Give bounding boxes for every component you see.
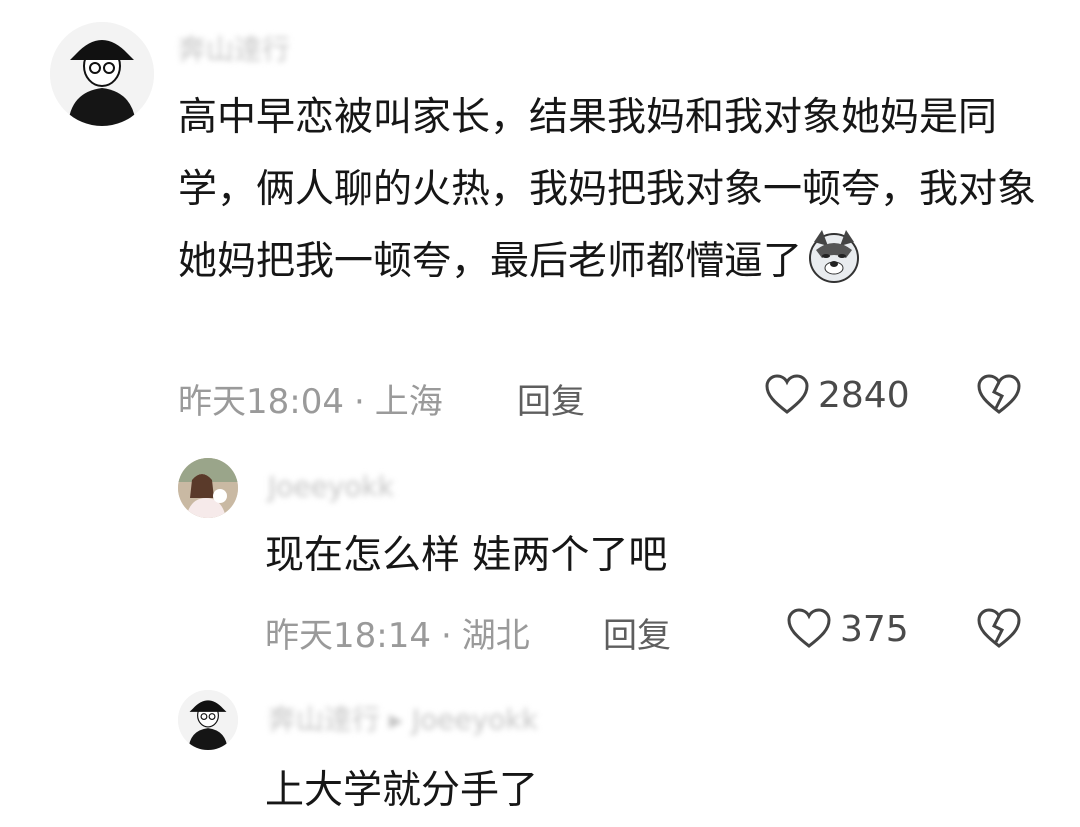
broken-heart-icon: [977, 374, 1021, 414]
heart-icon: [765, 374, 809, 414]
comment-text: 高中早恋被叫家长，结果我妈和我对象她妈是同学，俩人聊的火热，我妈把我对象一顿夸，…: [178, 95, 1037, 284]
dislike-button[interactable]: [976, 608, 1022, 654]
comment-meta: 昨天18:04 · 上海: [178, 374, 443, 423]
broken-heart-icon: [977, 608, 1021, 648]
comment-text: 现在怎么样 娃两个了吧: [265, 533, 668, 578]
location: 湖北: [461, 616, 530, 656]
reply-button[interactable]: 回复: [603, 608, 671, 657]
username[interactable]: 奔山逹行: [178, 28, 290, 68]
username[interactable]: 奔山逹行 ▸ Joeeyokk: [268, 698, 538, 738]
comment-meta: 昨天18:14 · 湖北: [265, 608, 530, 657]
user-avatar[interactable]: [178, 458, 238, 518]
like-button[interactable]: 2840: [764, 374, 910, 416]
comment-text: 上大学就分手了: [265, 768, 539, 813]
heart-icon: [787, 608, 831, 648]
reply-arrow: ▸: [388, 703, 403, 736]
username[interactable]: Joeeyokk: [268, 470, 394, 503]
user-avatar[interactable]: [50, 22, 154, 126]
timestamp: 昨天18:04: [178, 382, 344, 422]
reply-to-username: Joeeyokk: [411, 703, 538, 736]
reply-button[interactable]: 回复: [517, 374, 585, 423]
like-count: 2840: [818, 374, 910, 416]
separator: ·: [353, 382, 365, 422]
like-button[interactable]: 375: [786, 608, 909, 650]
user-avatar[interactable]: [178, 690, 238, 750]
timestamp: 昨天18:14: [265, 616, 431, 656]
like-count: 375: [840, 608, 909, 650]
doge-emoji: [809, 230, 860, 283]
dislike-button[interactable]: [976, 374, 1022, 420]
separator: ·: [440, 616, 452, 656]
location: 上海: [374, 382, 443, 422]
